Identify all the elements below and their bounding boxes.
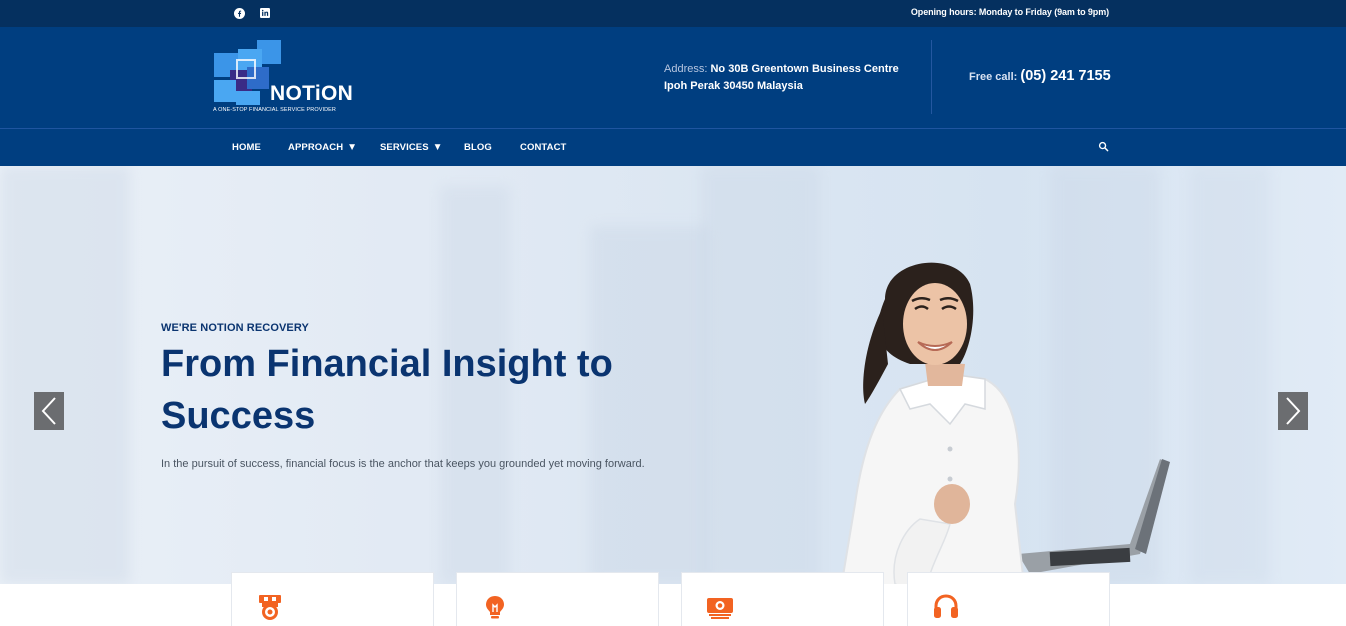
chevron-left-icon xyxy=(41,397,56,425)
hero-eyebrow: WE'RE NOTION RECOVERY xyxy=(161,322,309,334)
header-divider xyxy=(931,40,932,114)
logo-wordmark: NOTiON xyxy=(270,82,354,105)
nav-item-home[interactable]: HOME xyxy=(232,142,261,153)
linkedin-icon[interactable] xyxy=(257,5,273,21)
chevron-down-icon: ▼ xyxy=(347,142,358,153)
background-building xyxy=(0,166,130,584)
site-header: NOTiON A ONE-STOP FINANCIAL SERVICE PROV… xyxy=(0,27,1346,128)
headset-icon xyxy=(934,594,958,618)
opening-hours: Opening hours: Monday to Friday (9am to … xyxy=(910,7,1109,17)
address-line-1: No 30B Greentown Business Centre xyxy=(710,63,899,75)
nav-item-label: APPROACH xyxy=(288,142,344,153)
facebook-icon[interactable] xyxy=(231,5,247,21)
hero-person-image xyxy=(840,262,1170,584)
hero-headline: From Financial Insight to Success xyxy=(161,343,613,437)
address-block: Address: No 30B Greentown Business Centr… xyxy=(664,61,899,95)
feature-card[interactable] xyxy=(681,572,884,626)
nav-item-blog[interactable]: BLOG xyxy=(464,142,492,153)
nav-item-label: HOME xyxy=(232,142,261,153)
site-logo[interactable]: NOTiON A ONE-STOP FINANCIAL SERVICE PROV… xyxy=(212,39,362,119)
slider-prev-button[interactable] xyxy=(34,392,64,430)
main-nav: HOME APPROACH ▼ SERVICES ▼ BLOG CONTACT xyxy=(0,128,1346,166)
slider-next-button[interactable] xyxy=(1278,392,1308,430)
chevron-down-icon: ▼ xyxy=(432,142,443,153)
nav-item-label: BLOG xyxy=(464,142,492,153)
feature-cards xyxy=(0,572,1346,626)
feature-card[interactable] xyxy=(231,572,434,626)
search-icon[interactable] xyxy=(1098,139,1112,153)
hero-slider: WE'RE NOTION RECOVERY From Financial Ins… xyxy=(0,166,1346,584)
feature-card[interactable] xyxy=(907,572,1110,626)
background-building xyxy=(1190,166,1270,584)
lightbulb-icon xyxy=(486,596,504,619)
top-bar: Opening hours: Monday to Friday (9am to … xyxy=(0,0,1346,27)
chevron-right-icon xyxy=(1286,397,1301,425)
nav-item-services[interactable]: SERVICES ▼ xyxy=(380,142,443,153)
money-icon xyxy=(707,598,733,619)
free-call-label: Free call: xyxy=(969,71,1018,83)
address-label: Address: xyxy=(664,63,708,75)
nav-item-label: CONTACT xyxy=(520,142,567,153)
address-line-2: Ipoh Perak 30450 Malaysia xyxy=(664,80,803,92)
feature-card[interactable] xyxy=(456,572,659,626)
phone-number-link[interactable]: (05) 241 7155 xyxy=(1020,68,1110,84)
hero-subtext: In the pursuit of success, financial foc… xyxy=(161,458,645,470)
nav-item-approach[interactable]: APPROACH ▼ xyxy=(288,142,357,153)
medal-icon xyxy=(259,595,281,620)
free-call: Free call: (05) 241 7155 xyxy=(969,68,1111,84)
nav-item-contact[interactable]: CONTACT xyxy=(520,142,566,153)
logo-tagline: A ONE-STOP FINANCIAL SERVICE PROVIDER xyxy=(213,107,336,113)
nav-item-label: SERVICES xyxy=(380,142,429,153)
